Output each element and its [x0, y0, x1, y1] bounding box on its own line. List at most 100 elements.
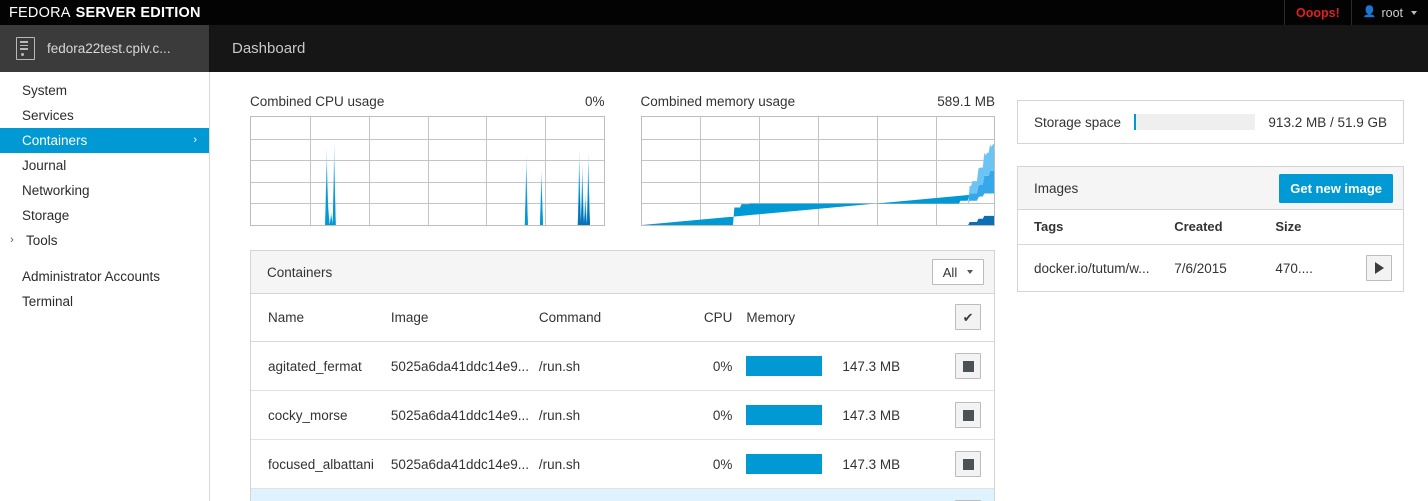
- images-header-row: Tags Created Size: [1018, 210, 1403, 245]
- memory-usage-bar: [746, 356, 822, 376]
- table-row[interactable]: agitated_fermat5025a6da41ddc14e9.../run.…: [251, 342, 994, 391]
- charts-row: Combined CPU usage0%Combined memory usag…: [250, 94, 995, 226]
- run-image-button[interactable]: [1366, 255, 1392, 281]
- body-wrapper: SystemServicesContainers › JournalNetworki…: [0, 72, 1428, 501]
- memory-usage-bar: [746, 454, 822, 474]
- play-icon: [1375, 262, 1384, 274]
- sidebar-item-networking[interactable]: Networking: [0, 178, 209, 203]
- chevron-right-icon: ›: [193, 128, 197, 153]
- sidebar-item-terminal[interactable]: Terminal: [0, 289, 209, 314]
- column-header-created[interactable]: Created: [1174, 210, 1275, 245]
- storage-space-panel: Storage space 913.2 MB / 51.9 GB: [1017, 100, 1404, 144]
- container-cpu: 0%: [681, 489, 747, 501]
- stop-container-button[interactable]: [955, 402, 981, 428]
- host-selector[interactable]: fedora22test.cpiv.c...: [0, 25, 210, 72]
- chevron-down-icon: [1411, 11, 1417, 15]
- container-cpu: 0%: [681, 440, 747, 489]
- column-header-image-actions: [1355, 210, 1403, 245]
- images-panel-title: Images: [1034, 181, 1078, 196]
- container-filter-value: All: [943, 265, 957, 280]
- series-mem-light: [642, 144, 995, 225]
- container-memory-bar-cell: [746, 391, 842, 440]
- column-header-actions: ✔: [942, 294, 994, 342]
- container-action-cell: [942, 391, 994, 440]
- container-action-cell: [942, 440, 994, 489]
- container-command: /run.sh: [539, 440, 681, 489]
- brand-bold-text: SERVER EDITION: [76, 5, 201, 21]
- table-row[interactable]: focused_albattani5025a6da41ddc14e9.../ru…: [251, 440, 994, 489]
- image-tags: docker.io/tutum/w...: [1018, 245, 1174, 292]
- chart-memory-usage: Combined memory usage589.1 MB: [641, 94, 996, 226]
- stop-container-button[interactable]: [955, 353, 981, 379]
- main-column: Combined CPU usage0%Combined memory usag…: [250, 94, 995, 501]
- brand-logo: FEDORA SERVER EDITION: [0, 0, 201, 25]
- image-size: 470....: [1275, 245, 1354, 292]
- column-header-tags[interactable]: Tags: [1018, 210, 1174, 245]
- sidebar-item-journal[interactable]: Journal: [0, 153, 209, 178]
- get-new-image-button[interactable]: Get new image: [1279, 174, 1393, 203]
- chart-series-layer: [251, 117, 604, 225]
- containers-table: Name Image Command CPU Memory ✔: [251, 294, 994, 501]
- container-cpu: 0%: [681, 342, 747, 391]
- column-header-size[interactable]: Size: [1275, 210, 1354, 245]
- table-row[interactable]: docker.io/tutum/w...7/6/2015470....: [1018, 245, 1403, 292]
- series-cpu-dark: [251, 190, 604, 225]
- column-header-memory[interactable]: Memory: [746, 294, 942, 342]
- column-header-image[interactable]: Image: [391, 294, 539, 342]
- container-command: /run.sh: [539, 489, 681, 501]
- chart-header: Combined memory usage589.1 MB: [641, 94, 996, 109]
- containers-panel: Containers All Name Image Command CPU Me…: [250, 250, 995, 501]
- container-action-cell: [942, 489, 994, 501]
- storage-progress-fill: [1134, 114, 1136, 130]
- column-header-name[interactable]: Name: [251, 294, 391, 342]
- container-memory-value: 147.3 MB: [842, 489, 942, 501]
- containers-panel-header: Containers All: [251, 251, 994, 294]
- series-cpu-primary: [251, 175, 604, 225]
- memory-usage-bar: [746, 405, 822, 425]
- images-table: Tags Created Size docker.io/tutum/w...7/…: [1018, 210, 1403, 291]
- chart-plot-area: [250, 116, 605, 226]
- sidebar-item-containers[interactable]: Containers ›: [0, 128, 209, 153]
- container-image: 5025a6da41ddc14e9...: [391, 489, 539, 501]
- image-action-cell: [1355, 245, 1403, 292]
- chart-current-value: 589.1 MB: [937, 94, 995, 109]
- host-name-label: fedora22test.cpiv.c...: [47, 41, 171, 56]
- sidebar-item-label: Terminal: [22, 289, 73, 314]
- table-row[interactable]: cocky_morse5025a6da41ddc14e9.../run.sh0%…: [251, 391, 994, 440]
- container-action-cell: [942, 342, 994, 391]
- container-image: 5025a6da41ddc14e9...: [391, 342, 539, 391]
- sidebar-item-services[interactable]: Services: [0, 103, 209, 128]
- container-image: 5025a6da41ddc14e9...: [391, 391, 539, 440]
- sidebar-item-administrator-accounts[interactable]: Administrator Accounts: [0, 264, 209, 289]
- column-header-cpu[interactable]: CPU: [681, 294, 747, 342]
- container-cpu: 0%: [681, 391, 747, 440]
- user-menu[interactable]: 👤 root: [1351, 0, 1428, 25]
- chart-series-layer: [642, 117, 995, 225]
- ooops-alert-button[interactable]: Ooops!: [1284, 0, 1351, 25]
- container-memory-bar-cell: [746, 489, 842, 501]
- sidebar-item-tools[interactable]: ›Tools: [0, 228, 209, 253]
- column-header-command[interactable]: Command: [539, 294, 681, 342]
- sidebar-item-label: Journal: [22, 153, 66, 178]
- select-all-button[interactable]: ✔: [955, 304, 981, 330]
- container-memory-value: 147.3 MB: [842, 342, 942, 391]
- stop-container-button[interactable]: [955, 451, 981, 477]
- table-row[interactable]: high_franklin5025a6da41ddc14e9.../run.sh…: [251, 489, 994, 501]
- sidebar-gap: [0, 253, 209, 264]
- series-cpu-light: [251, 141, 604, 225]
- sidebar-item-storage[interactable]: Storage: [0, 203, 209, 228]
- sidebar-item-label: System: [22, 78, 67, 103]
- top-brand-bar: FEDORA SERVER EDITION Ooops! 👤 root: [0, 0, 1428, 25]
- storage-space-label: Storage space: [1034, 115, 1121, 130]
- sidebar-item-system[interactable]: System: [0, 78, 209, 103]
- sidebar-item-label: Networking: [22, 178, 90, 203]
- images-panel: Images Get new image Tags Created Size d…: [1017, 166, 1404, 292]
- container-name: cocky_morse: [251, 391, 391, 440]
- user-avatar-icon: 👤: [1363, 7, 1377, 18]
- container-memory-value: 147.3 MB: [842, 440, 942, 489]
- container-filter-select[interactable]: All: [932, 259, 984, 285]
- sidebar-item-label: Containers: [22, 128, 87, 153]
- container-memory-value: 147.3 MB: [842, 391, 942, 440]
- container-memory-bar-cell: [746, 342, 842, 391]
- brand-light-text: FEDORA: [9, 5, 71, 21]
